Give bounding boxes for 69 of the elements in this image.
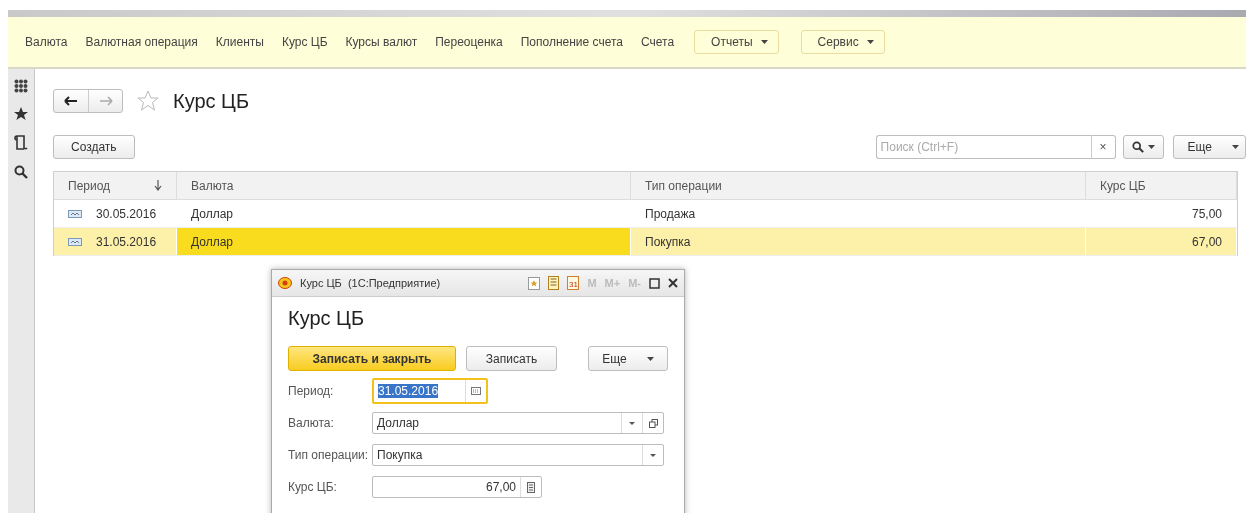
table-row[interactable]: 30.05.2016 Доллар Продажа 75,00: [54, 200, 1237, 228]
menu-link[interactable]: Клиенты: [206, 35, 273, 49]
search-icon: [1131, 141, 1144, 153]
page-title: Курс ЦБ: [173, 89, 250, 113]
clear-button[interactable]: ×: [1091, 135, 1116, 159]
calendar-icon[interactable]: 31: [567, 276, 580, 290]
caret-icon: [1232, 145, 1239, 149]
save-button[interactable]: Записать: [466, 346, 557, 371]
input-field[interactable]: Доллар: [372, 412, 664, 434]
record-icon: [68, 209, 82, 218]
cell-text: 67,00: [1191, 234, 1222, 249]
cell-text: 31.05.2016: [96, 234, 157, 249]
cell-text: Доллар: [191, 234, 234, 249]
caret-icon: [760, 40, 768, 44]
more-button[interactable]: Еще: [1172, 135, 1246, 159]
column-header[interactable]: Курс ЦБ: [1086, 172, 1237, 199]
star-icon[interactable]: [137, 90, 159, 112]
caret-icon[interactable]: [629, 421, 635, 425]
calculator-icon[interactable]: [527, 481, 535, 493]
column-header[interactable]: Период: [54, 172, 177, 199]
record-icon: [68, 237, 82, 246]
dialog-title: Курс ЦБ (1С:Предприятие): [300, 277, 442, 289]
menu-link[interactable]: Валютная операция: [76, 35, 207, 49]
create-button[interactable]: Создать: [53, 135, 135, 159]
apps-grid-icon[interactable]: [14, 79, 28, 93]
input-field[interactable]: 67,00: [372, 476, 542, 498]
search-icon[interactable]: [14, 165, 28, 179]
search-button[interactable]: [1122, 135, 1164, 159]
field-label: Тип операции:: [288, 448, 370, 462]
input-field[interactable]: 31.05.2016: [372, 378, 488, 404]
field-label: Валюта:: [288, 416, 335, 430]
menu-link[interactable]: Валюта: [16, 35, 77, 49]
cell-text: 30.05.2016: [96, 206, 157, 221]
menu-dropdown[interactable]: Отчеты: [694, 30, 779, 54]
search-field[interactable]: Поиск (Ctrl+F): [875, 135, 1092, 159]
dialog-heading: Курс ЦБ: [288, 307, 366, 330]
close-icon[interactable]: [668, 278, 678, 288]
forward-arrow-icon: [98, 96, 113, 106]
maximize-icon[interactable]: [649, 277, 660, 289]
menu-link[interactable]: Пополнение счета: [511, 35, 632, 49]
column-header[interactable]: Тип операции: [631, 172, 1086, 199]
save-and-close-button[interactable]: Записать и закрыть: [288, 346, 456, 371]
cell-text: 75,00: [1191, 206, 1222, 221]
back-arrow-icon: [64, 96, 78, 106]
calculator-icon[interactable]: [548, 276, 560, 290]
field-label: Курс ЦБ:: [288, 480, 338, 494]
menu-link[interactable]: Счета: [632, 35, 684, 49]
caret-icon: [646, 356, 654, 361]
menu-link[interactable]: Курс ЦБ: [272, 35, 337, 49]
bookmark-icon[interactable]: [528, 276, 541, 290]
input-field[interactable]: Покупка: [372, 444, 664, 466]
calendar-icon[interactable]: [471, 387, 481, 395]
caret-icon[interactable]: [650, 453, 656, 457]
cell-text: Доллар: [191, 206, 234, 221]
menu-dropdown[interactable]: Сервис: [800, 30, 885, 54]
star-icon[interactable]: [14, 107, 28, 121]
caret-icon: [1147, 145, 1155, 149]
logo-icon: [278, 277, 292, 289]
more-button[interactable]: Еще: [588, 346, 668, 371]
cell-text: Покупка: [645, 234, 691, 249]
scroll-icon[interactable]: [14, 135, 28, 151]
open-icon[interactable]: [648, 418, 658, 428]
table-row[interactable]: 31.05.2016 Доллар Покупка 67,00: [54, 228, 1237, 256]
menu-link[interactable]: Курсы валют: [336, 35, 427, 49]
menu-link[interactable]: Переоценка: [426, 35, 512, 49]
column-header[interactable]: Валюта: [177, 172, 631, 199]
caret-icon: [866, 40, 874, 44]
cell-text: Продажа: [645, 206, 696, 221]
field-label: Период:: [288, 384, 335, 398]
